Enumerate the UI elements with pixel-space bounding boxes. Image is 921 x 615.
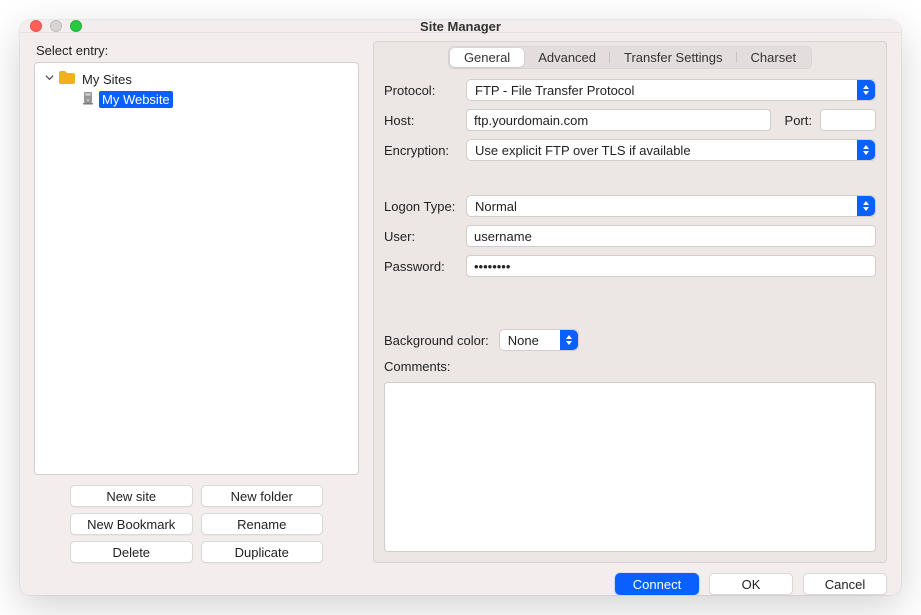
encryption-select[interactable]: Use explicit FTP over TLS if available xyxy=(466,139,876,161)
dropdown-arrows-icon xyxy=(857,196,875,216)
protocol-label: Protocol: xyxy=(384,83,458,98)
duplicate-button[interactable]: Duplicate xyxy=(201,541,324,563)
protocol-select[interactable]: FTP - File Transfer Protocol xyxy=(466,79,876,101)
password-label: Password: xyxy=(384,259,458,274)
chevron-down-icon[interactable] xyxy=(43,73,55,85)
titlebar: Site Manager xyxy=(20,20,901,33)
window-title: Site Manager xyxy=(20,20,901,34)
delete-button[interactable]: Delete xyxy=(70,541,193,563)
settings-panel: General Advanced Transfer Settings Chars… xyxy=(373,41,887,563)
server-icon xyxy=(81,91,95,108)
host-input[interactable]: ftp.yourdomain.com xyxy=(466,109,771,131)
encryption-label: Encryption: xyxy=(384,143,458,158)
tab-transfer-settings[interactable]: Transfer Settings xyxy=(610,48,737,67)
dropdown-arrows-icon xyxy=(560,330,578,350)
general-form: Protocol: FTP - File Transfer Protocol H… xyxy=(384,79,876,552)
site-tree[interactable]: My Sites My Website xyxy=(34,62,359,475)
background-color-label: Background color: xyxy=(384,333,489,348)
connect-button[interactable]: Connect xyxy=(615,573,699,595)
logon-type-select[interactable]: Normal xyxy=(466,195,876,217)
site-manager-window: Site Manager Select entry: My Sites xyxy=(20,20,901,595)
traffic-lights xyxy=(30,20,82,32)
user-label: User: xyxy=(384,229,458,244)
port-label: Port: xyxy=(785,113,812,128)
password-input[interactable]: •••••••• xyxy=(466,255,876,277)
port-input[interactable] xyxy=(820,109,876,131)
tab-advanced[interactable]: Advanced xyxy=(524,48,610,67)
select-entry-label: Select entry: xyxy=(36,43,359,58)
tabs: General Advanced Transfer Settings Chars… xyxy=(384,42,876,79)
new-bookmark-button[interactable]: New Bookmark xyxy=(70,513,193,535)
host-label: Host: xyxy=(384,113,458,128)
zoom-window-button[interactable] xyxy=(70,20,82,32)
logon-type-label: Logon Type: xyxy=(384,199,458,214)
new-folder-button[interactable]: New folder xyxy=(201,485,324,507)
cancel-button[interactable]: Cancel xyxy=(803,573,887,595)
tree-folder-my-sites[interactable]: My Sites xyxy=(39,69,354,89)
tree-site-my-website[interactable]: My Website xyxy=(39,89,354,109)
close-window-button[interactable] xyxy=(30,20,42,32)
background-color-select[interactable]: None xyxy=(499,329,579,351)
folder-icon xyxy=(59,71,75,87)
dropdown-arrows-icon xyxy=(857,140,875,160)
entry-actions: New site New folder New Bookmark Rename … xyxy=(34,485,359,563)
content-area: Select entry: My Sites xyxy=(20,33,901,595)
rename-button[interactable]: Rename xyxy=(201,513,324,535)
comments-label: Comments: xyxy=(384,359,876,374)
dropdown-arrows-icon xyxy=(857,80,875,100)
tab-general[interactable]: General xyxy=(450,48,524,67)
minimize-window-button[interactable] xyxy=(50,20,62,32)
tree-node-label: My Sites xyxy=(79,71,135,88)
tree-node-label: My Website xyxy=(99,91,173,108)
comments-textarea[interactable] xyxy=(384,382,876,552)
tab-charset[interactable]: Charset xyxy=(737,48,811,67)
dialog-footer: Connect OK Cancel xyxy=(34,563,887,595)
left-panel: Select entry: My Sites xyxy=(34,41,359,563)
ok-button[interactable]: OK xyxy=(709,573,793,595)
user-input[interactable]: username xyxy=(466,225,876,247)
new-site-button[interactable]: New site xyxy=(70,485,193,507)
